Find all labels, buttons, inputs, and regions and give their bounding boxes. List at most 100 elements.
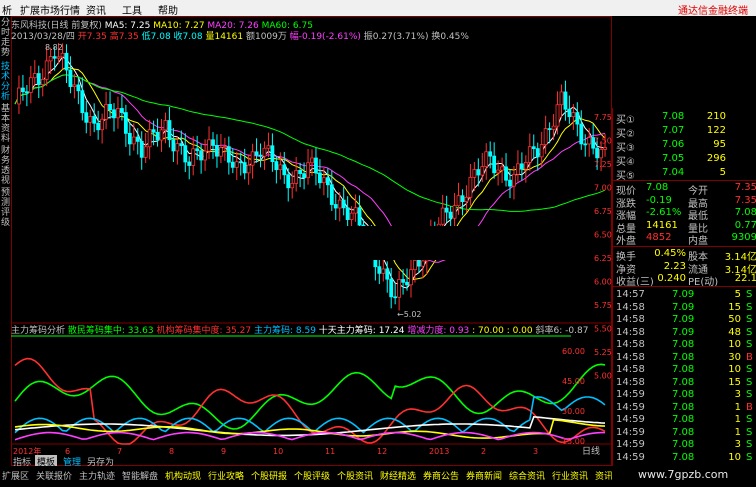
stat-value: 7.08 xyxy=(734,207,756,218)
stat-value: 14161 xyxy=(646,219,678,231)
status-item[interactable]: 机构动现 xyxy=(165,469,201,482)
bid-price: 7.04 xyxy=(662,167,685,178)
candle-body xyxy=(420,260,425,267)
bid-row: 买⑤ 7.04 5 xyxy=(616,167,756,182)
candle-body xyxy=(512,173,516,187)
menu-item-help[interactable]: 帮助 xyxy=(158,2,178,17)
candle-body xyxy=(127,132,132,145)
price-tick-label: 7.25 xyxy=(594,160,612,169)
tick-time: 14:58 xyxy=(616,364,645,375)
time-tick-label: 9 xyxy=(221,447,226,456)
bid-price: 7.06 xyxy=(662,139,685,150)
status-item[interactable]: 券商新闻 xyxy=(466,469,502,482)
candle-body xyxy=(460,195,465,203)
close-value: 收7.08 xyxy=(173,32,203,42)
status-item[interactable]: 个股资讯 xyxy=(337,469,373,482)
candle-body xyxy=(48,56,53,62)
candle-body xyxy=(203,150,207,161)
candle-body xyxy=(195,148,200,152)
tick-time: 14:59 xyxy=(616,401,645,413)
tick-side: S xyxy=(746,389,753,400)
status-item[interactable]: 主力轨迹 xyxy=(79,469,115,482)
tab-financial[interactable]: 财务透视 xyxy=(0,146,11,186)
price-tick-label: 6.00 xyxy=(594,278,612,287)
bid-row: 买④ 7.05 296 xyxy=(616,153,756,168)
panel-separator xyxy=(613,180,756,181)
candle-body xyxy=(76,84,81,92)
candle-body xyxy=(167,120,172,141)
indicator-tick-label: 60.00 xyxy=(562,347,585,356)
tab-intraday[interactable]: 分时走势 xyxy=(0,18,11,58)
candle-body xyxy=(211,139,215,146)
candle-body xyxy=(219,147,223,157)
candle-body xyxy=(266,145,271,149)
menu-item-news[interactable]: 资讯 xyxy=(86,2,106,17)
candle-body xyxy=(258,154,263,157)
bid-row: 买① 7.08 210 xyxy=(616,111,756,126)
tick-volume: 3 xyxy=(734,439,741,450)
candle-body xyxy=(325,177,330,186)
fund-value: 0.45% xyxy=(654,248,686,259)
indicator-item: : 70.00 xyxy=(472,326,504,336)
candlesticks xyxy=(17,43,607,311)
candle-body xyxy=(135,136,140,142)
candle-body xyxy=(199,150,204,161)
status-item[interactable]: 个股研报 xyxy=(251,469,287,482)
candle-body xyxy=(579,123,584,145)
indicator-item: : 0.00 xyxy=(506,326,533,336)
bid-row: 买③ 7.06 95 xyxy=(616,139,756,154)
tick-volume: 10 xyxy=(728,339,741,350)
candle-body xyxy=(179,143,184,147)
status-item[interactable]: 个股评级 xyxy=(294,469,330,482)
stat-value: 7.35 xyxy=(734,182,756,193)
tab-technical[interactable]: 技术分析 xyxy=(0,62,11,102)
period-label[interactable]: 日线 xyxy=(582,444,600,457)
tick-price: 7.09 xyxy=(672,301,695,313)
status-item[interactable]: 财经精选 xyxy=(380,469,416,482)
tick-side: S xyxy=(746,339,753,350)
status-item[interactable]: 行业资讯 xyxy=(552,469,588,482)
status-item[interactable]: 行业攻略 xyxy=(208,469,244,482)
tab-basic-info[interactable]: 基本资料 xyxy=(0,104,11,144)
candle-body xyxy=(17,87,21,105)
candle-body xyxy=(393,296,398,299)
status-item[interactable]: 关联报价 xyxy=(36,469,72,482)
stat-label: 内盘 xyxy=(688,236,708,247)
candle-body xyxy=(215,144,219,157)
tick-side: S xyxy=(746,301,753,313)
status-item[interactable]: 综合资讯 xyxy=(509,469,545,482)
candle-body xyxy=(298,170,303,174)
candle-body xyxy=(282,164,287,176)
status-item[interactable]: 扩展区 xyxy=(2,469,29,482)
candle-body xyxy=(563,91,568,110)
candle-body xyxy=(56,56,61,59)
candle-body xyxy=(290,183,295,189)
indicator-series-line xyxy=(14,363,606,430)
bid-price: 7.05 xyxy=(662,153,685,164)
candle-body xyxy=(476,169,481,176)
status-item[interactable]: 智能解盘 xyxy=(122,469,158,482)
fundamental-row: 换手 0.45% 股本 3.14亿 xyxy=(616,248,756,263)
candle-body xyxy=(207,139,211,152)
tick-time: 14:59 xyxy=(616,389,645,400)
tick-volume: 3 xyxy=(734,389,741,400)
price-tick-label: 5.75 xyxy=(594,301,612,310)
tick-time: 14:58 xyxy=(616,376,645,388)
menu-item-analysis[interactable]: 析 xyxy=(2,2,12,17)
tick-volume: 48 xyxy=(728,326,741,338)
amplitude-value: 振0.27(3.71%) xyxy=(363,32,429,42)
candle-body xyxy=(40,78,45,85)
tick-price: 7.08 xyxy=(672,451,695,463)
candle-body xyxy=(314,157,318,174)
menu-item-tools[interactable]: 工具 xyxy=(122,2,142,17)
candle-body xyxy=(587,137,592,145)
tick-time: 14:57 xyxy=(616,289,645,300)
indicator-item: 散民筹码集中: 33.63 xyxy=(67,326,154,336)
menu-item-ext-market[interactable]: 扩展市场行情 xyxy=(20,2,80,17)
candle-body xyxy=(131,136,136,145)
tick-row: 14:58 7.09 15 S xyxy=(616,302,756,315)
status-item[interactable]: 券商公告 xyxy=(423,469,459,482)
tab-forecast[interactable]: 预测评级 xyxy=(0,188,11,228)
bar-date: 2013/03/28/四 xyxy=(11,32,75,42)
candle-body xyxy=(36,73,41,85)
